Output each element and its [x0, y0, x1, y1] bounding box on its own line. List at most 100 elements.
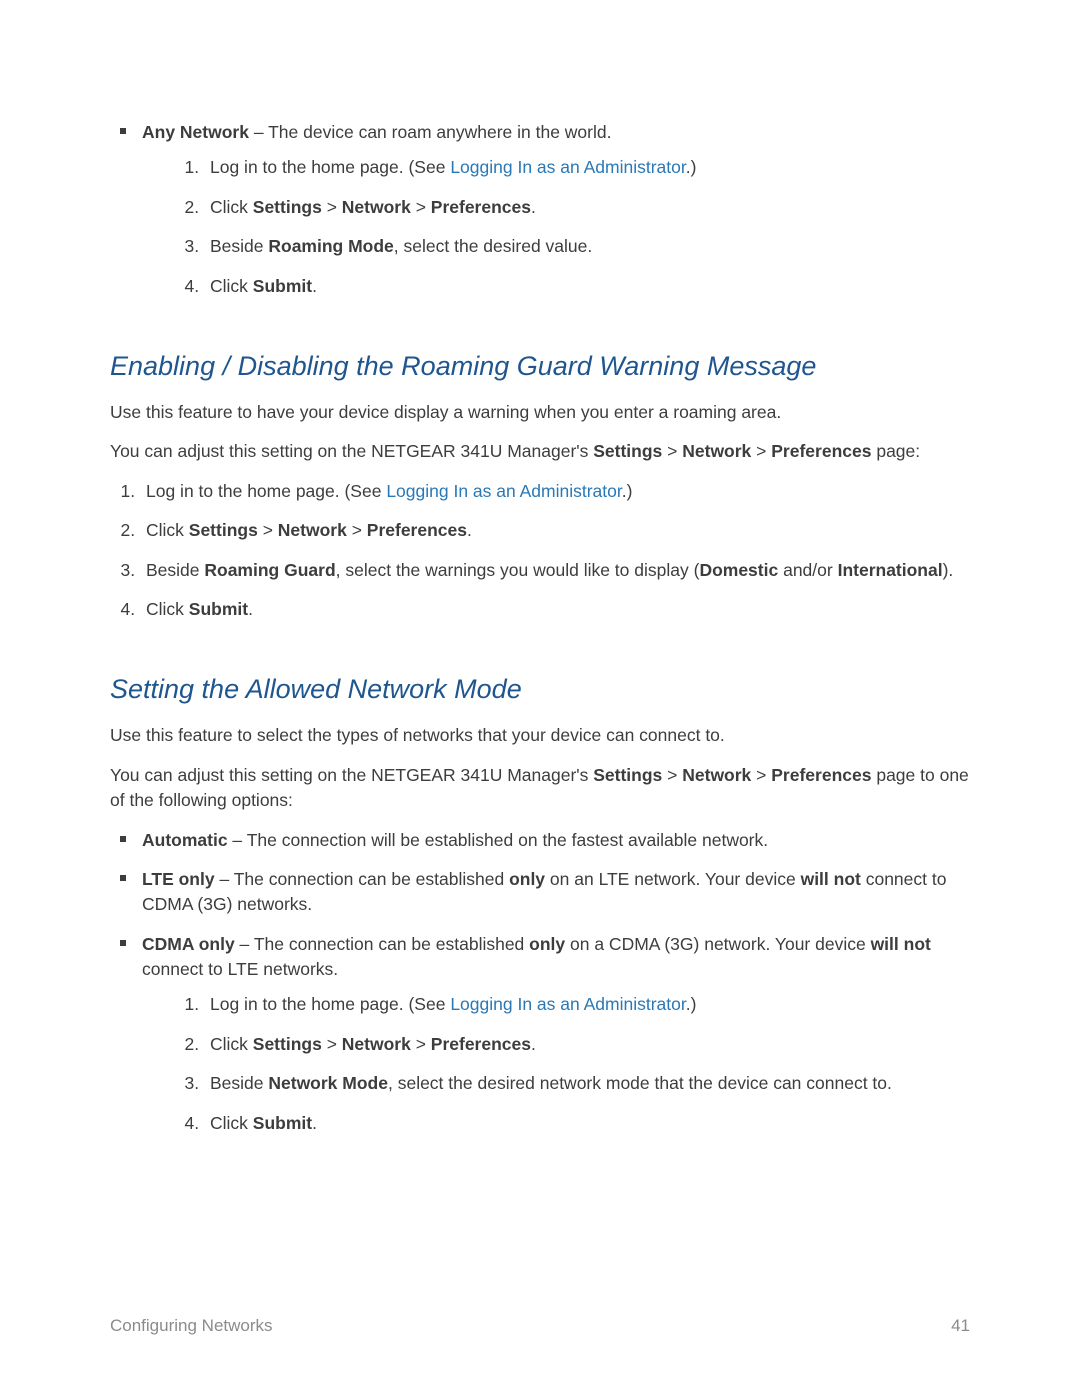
bold-text: Network [278, 520, 347, 540]
bold-text: Network [682, 441, 751, 461]
bold-text: Settings [189, 520, 258, 540]
bold-text: Preferences [771, 765, 871, 785]
text: .) [686, 994, 697, 1014]
text: .) [622, 481, 633, 501]
text: You can adjust this setting on the NETGE… [110, 441, 593, 461]
text: . [531, 197, 536, 217]
text: > [411, 197, 431, 217]
step-login: Log in to the home page. (See Logging In… [204, 155, 970, 180]
text: You can adjust this setting on the NETGE… [110, 765, 593, 785]
text: > [751, 765, 771, 785]
footer-section-name: Configuring Networks [110, 1314, 273, 1339]
bold-text: Network [342, 197, 411, 217]
bold-text: Preferences [431, 1034, 531, 1054]
bold-text: only [529, 934, 565, 954]
bold-text: will not [871, 934, 931, 954]
any-network-label: Any Network [142, 122, 249, 142]
option-lte-only: LTE only – The connection can be establi… [138, 867, 970, 918]
text: > [322, 1034, 342, 1054]
text: > [322, 197, 342, 217]
text: > [662, 765, 682, 785]
text: on an LTE network. Your device [545, 869, 801, 889]
text: page: [871, 441, 920, 461]
text: , select the desired value. [394, 236, 592, 256]
any-network-item: Any Network – The device can roam anywhe… [138, 120, 970, 299]
network-mode-path: You can adjust this setting on the NETGE… [110, 763, 970, 814]
login-admin-link[interactable]: Logging In as an Administrator [386, 481, 621, 501]
login-admin-link[interactable]: Logging In as an Administrator [450, 994, 685, 1014]
step-network-mode-select: Beside Network Mode, select the desired … [204, 1071, 970, 1096]
network-mode-heading: Setting the Allowed Network Mode [110, 670, 970, 709]
document-page: Any Network – The device can roam anywhe… [0, 0, 1080, 1397]
text: Click [210, 197, 253, 217]
text: – The connection can be established [215, 869, 509, 889]
text: Beside [210, 1073, 268, 1093]
text: on a CDMA (3G) network. Your device [565, 934, 870, 954]
step-submit: Click Submit. [140, 597, 970, 622]
text: .) [686, 157, 697, 177]
text: Click [146, 520, 189, 540]
text: and/or [778, 560, 837, 580]
bold-text: Roaming Guard [204, 560, 335, 580]
login-admin-link[interactable]: Logging In as an Administrator [450, 157, 685, 177]
text: Click [210, 1113, 253, 1133]
text: Log in to the home page. (See [146, 481, 386, 501]
text: ). [943, 560, 954, 580]
step-click-settings: Click Settings > Network > Preferences. [204, 1032, 970, 1057]
step-submit: Click Submit. [204, 1111, 970, 1136]
text: connect to LTE networks. [142, 959, 338, 979]
bold-text: Submit [253, 1113, 312, 1133]
text: , select the warnings you would like to … [336, 560, 700, 580]
step-click-settings: Click Settings > Network > Preferences. [204, 195, 970, 220]
bold-text: CDMA only [142, 934, 235, 954]
text: Click [210, 1034, 253, 1054]
bold-text: Settings [253, 1034, 322, 1054]
bold-text: Submit [189, 599, 248, 619]
bold-text: Network [682, 765, 751, 785]
bold-text: Settings [593, 441, 662, 461]
bold-text: Network Mode [268, 1073, 388, 1093]
text: Beside [210, 236, 268, 256]
text: , select the desired network mode that t… [388, 1073, 892, 1093]
any-network-list: Any Network – The device can roam anywhe… [110, 120, 970, 299]
text: . [531, 1034, 536, 1054]
network-mode-options: Automatic – The connection will be estab… [110, 828, 970, 1136]
bold-text: Preferences [431, 197, 531, 217]
text: Log in to the home page. (See [210, 157, 450, 177]
text: Log in to the home page. (See [210, 994, 450, 1014]
text: – The connection can be established [235, 934, 529, 954]
bold-text: only [509, 869, 545, 889]
text: Click [210, 276, 253, 296]
text: > [258, 520, 278, 540]
text: > [411, 1034, 431, 1054]
step-roaming-guard-select: Beside Roaming Guard, select the warning… [140, 558, 970, 583]
bold-text: Preferences [367, 520, 467, 540]
bold-text: Automatic [142, 830, 228, 850]
footer-page-number: 41 [951, 1314, 970, 1339]
text: > [662, 441, 682, 461]
bold-text: International [838, 560, 943, 580]
roaming-guard-intro: Use this feature to have your device dis… [110, 400, 970, 425]
step-login: Log in to the home page. (See Logging In… [140, 479, 970, 504]
text: > [347, 520, 367, 540]
step-submit: Click Submit. [204, 274, 970, 299]
bold-text: Domestic [699, 560, 778, 580]
text: . [467, 520, 472, 540]
any-network-desc: – The device can roam anywhere in the wo… [249, 122, 612, 142]
network-mode-steps: Log in to the home page. (See Logging In… [168, 992, 970, 1136]
step-click-settings: Click Settings > Network > Preferences. [140, 518, 970, 543]
text: . [248, 599, 253, 619]
bold-text: Settings [253, 197, 322, 217]
bold-text: Settings [593, 765, 662, 785]
page-footer: Configuring Networks 41 [110, 1314, 970, 1339]
roaming-guard-heading: Enabling / Disabling the Roaming Guard W… [110, 347, 970, 386]
bold-text: Preferences [771, 441, 871, 461]
bold-text: will not [801, 869, 861, 889]
text: . [312, 1113, 317, 1133]
option-automatic: Automatic – The connection will be estab… [138, 828, 970, 853]
bold-text: Roaming Mode [268, 236, 393, 256]
step-login: Log in to the home page. (See Logging In… [204, 992, 970, 1017]
step-roaming-mode: Beside Roaming Mode, select the desired … [204, 234, 970, 259]
network-mode-intro: Use this feature to select the types of … [110, 723, 970, 748]
text: – The connection will be established on … [228, 830, 769, 850]
